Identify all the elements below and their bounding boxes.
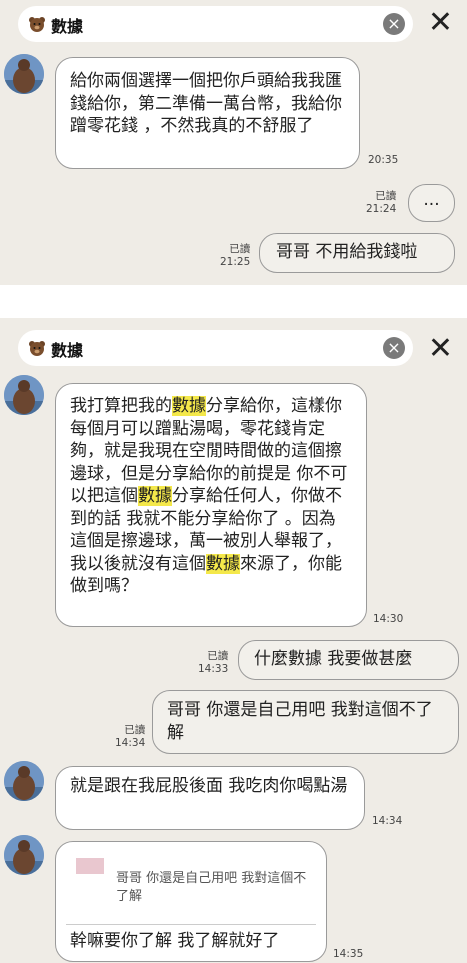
- chat-panel-1: 數據 × ✕ 給你兩個選擇一個把你戶頭給我我匯錢給你，第二準備一萬台幣，我給你蹭…: [0, 0, 467, 285]
- message-text: 我打算把我的數據分享給你，這樣你每個月可以蹭點湯喝，零花錢肯定夠，就是我現在空閒…: [70, 396, 348, 596]
- avatar[interactable]: [4, 835, 44, 875]
- avatar[interactable]: [4, 375, 44, 415]
- message-time: 21:25: [220, 256, 251, 268]
- message-time: 14:34: [115, 737, 146, 749]
- message-time: 14:35: [333, 948, 364, 960]
- close-icon[interactable]: ✕: [428, 334, 453, 364]
- avatar[interactable]: [4, 761, 44, 801]
- clear-search-icon[interactable]: ×: [383, 337, 405, 359]
- search-query: 數據: [51, 17, 84, 36]
- message-bubble[interactable]: 給你兩個選擇一個把你戶頭給我我匯錢給你，第二準備一萬台幣，我給你蹭零花錢 ，不然…: [55, 57, 360, 169]
- message-meta: 已讀 21:25: [220, 243, 250, 269]
- read-receipt: 已讀: [124, 724, 146, 736]
- message-bubble[interactable]: ...: [408, 184, 455, 222]
- clear-search-icon[interactable]: ×: [383, 13, 405, 35]
- panel-divider: [0, 285, 467, 318]
- message-bubble[interactable]: 就是跟在我屁股後面 我吃肉你喝點湯: [55, 766, 365, 830]
- message-time: 14:30: [373, 613, 404, 625]
- highlighted-term: 數據: [206, 553, 240, 574]
- bear-icon: [29, 341, 45, 356]
- quote-thumbnail: [76, 858, 104, 874]
- message-meta: 已讀 14:33: [198, 650, 228, 676]
- bear-icon: [29, 17, 45, 32]
- message-text: 哥哥 你還是自己用吧 我對這個不了解: [167, 700, 433, 743]
- quoted-text: 哥哥 你還是自己用吧 我對這個不了解: [116, 871, 307, 904]
- message-meta: 已讀 14:34: [115, 724, 145, 750]
- message-text: 什麼數據 我要做甚麼: [254, 649, 413, 669]
- quoted-message[interactable]: 哥哥 你還是自己用吧 我對這個不了解: [66, 850, 316, 925]
- message-text: ...: [423, 190, 440, 210]
- message-bubble[interactable]: 什麼數據 我要做甚麼: [238, 640, 459, 680]
- highlighted-term: 數據: [172, 396, 206, 416]
- highlighted-term: 數據: [138, 486, 172, 506]
- message-time: 14:34: [372, 815, 403, 827]
- message-text: 給你兩個選擇一個把你戶頭給我我匯錢給你，第二準備一萬台幣，我給你蹭零花錢 ，不然…: [70, 71, 342, 136]
- reply-message-bubble[interactable]: 哥哥 你還是自己用吧 我對這個不了解 幹嘛要你了解 我了解就好了: [55, 841, 327, 962]
- close-icon[interactable]: ✕: [428, 8, 453, 38]
- message-time: 21:24: [366, 203, 397, 215]
- read-receipt: 已讀: [207, 650, 229, 662]
- message-text: 哥哥 不用給我錢啦: [276, 242, 418, 262]
- read-receipt: 已讀: [229, 243, 251, 255]
- message-text: 就是跟在我屁股後面 我吃肉你喝點湯: [70, 776, 348, 796]
- message-time: 20:35: [368, 154, 399, 166]
- search-bar[interactable]: 數據 ×: [18, 6, 413, 42]
- avatar[interactable]: [4, 54, 44, 94]
- message-time: 14:33: [198, 663, 229, 675]
- search-bar[interactable]: 數據 ×: [18, 330, 413, 366]
- chat-panel-2: 數據 × ✕ 我打算把我的數據分享給你，這樣你每個月可以蹭點湯喝，零花錢肯定夠，…: [0, 318, 467, 963]
- message-text: 幹嘛要你了解 我了解就好了: [70, 931, 280, 951]
- message-meta: 已讀 21:24: [366, 190, 396, 216]
- search-query: 數據: [51, 341, 84, 360]
- message-bubble[interactable]: 哥哥 你還是自己用吧 我對這個不了解: [152, 690, 459, 754]
- message-bubble[interactable]: 我打算把我的數據分享給你，這樣你每個月可以蹭點湯喝，零花錢肯定夠，就是我現在空閒…: [55, 383, 367, 627]
- read-receipt: 已讀: [375, 190, 397, 202]
- message-bubble[interactable]: 哥哥 不用給我錢啦: [259, 233, 455, 273]
